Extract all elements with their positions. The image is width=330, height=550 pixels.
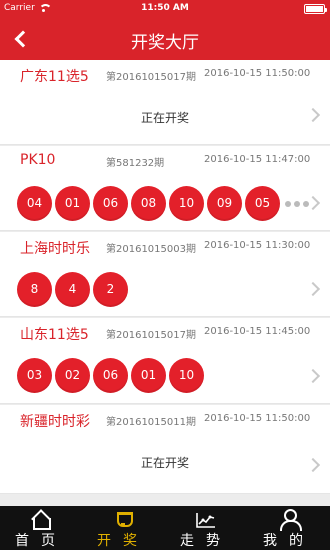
lottery-time: 2016-10-15 11:50:00 <box>204 413 311 424</box>
result-ball: 08 <box>131 186 166 221</box>
lottery-name: PK10 <box>20 152 56 168</box>
result-ball: 06 <box>93 358 128 393</box>
tab-lottery[interactable]: 开奖 <box>82 506 164 550</box>
home-icon <box>29 511 51 530</box>
tab-label: 我的 <box>263 533 315 549</box>
tab-trend[interactable]: 走势 <box>165 506 247 550</box>
dot <box>294 200 300 207</box>
result-ball: 2 <box>93 272 128 307</box>
lottery-time: 2016-10-15 11:30:00 <box>204 240 311 251</box>
result-ball: 4 <box>55 272 90 307</box>
lottery-name: 广东11选5 <box>20 69 89 85</box>
lottery-issue: 第581232期 <box>106 158 165 169</box>
lottery-item-shanghai[interactable]: 上海时时乐 第20161015003期 2016-10-15 11:30:00 … <box>0 232 330 317</box>
chevron-right-icon <box>305 281 321 297</box>
lottery-issue: 第20161015017期 <box>106 330 196 341</box>
result-ball: 02 <box>55 358 90 393</box>
lottery-name: 新疆时时彩 <box>20 414 90 430</box>
lottery-issue: 第20161015017期 <box>106 72 196 83</box>
result-ball: 10 <box>169 186 204 221</box>
result-ball: 8 <box>17 272 52 307</box>
result-balls: 8 4 2 <box>17 272 131 307</box>
lottery-item-pk10[interactable]: PK10 第581232期 2016-10-15 11:47:00 04 01 … <box>0 146 330 231</box>
user-icon <box>278 508 302 531</box>
more-dots-icon <box>283 186 309 221</box>
lottery-time: 2016-10-15 11:50:00 <box>204 68 311 79</box>
lottery-item-guangdong[interactable]: 广东11选5 第20161015017期 2016-10-15 11:50:00… <box>0 60 330 145</box>
drawing-status: 正在开奖 <box>140 456 189 470</box>
result-balls: 04 01 06 08 10 09 05 <box>17 186 309 221</box>
result-balls: 03 02 06 01 10 <box>17 358 207 393</box>
trend-icon <box>195 511 217 529</box>
lottery-item-shandong[interactable]: 山东11选5 第20161015017期 2016-10-15 11:45:00… <box>0 318 330 404</box>
lottery-name: 上海时时乐 <box>20 241 90 257</box>
dot <box>285 200 291 207</box>
lottery-list: 广东11选5 第20161015017期 2016-10-15 11:50:00… <box>0 60 330 506</box>
result-ball: 09 <box>207 186 242 221</box>
result-ball: 10 <box>169 358 204 393</box>
result-ball: 01 <box>55 186 90 221</box>
status-time: 11:50 AM <box>141 3 189 13</box>
status-bar: Carrier 11:50 AM <box>0 0 330 18</box>
trend-icon-graphic <box>196 513 215 528</box>
tab-label: 首页 <box>15 533 67 549</box>
lottery-time: 2016-10-15 11:45:00 <box>204 326 311 337</box>
tab-label: 开奖 <box>97 533 149 549</box>
lottery-time: 2016-10-15 11:47:00 <box>204 154 311 165</box>
trophy-icon <box>112 511 134 527</box>
top-navigation-bar: 开奖大厅 <box>0 18 330 60</box>
tab-mine[interactable]: 我的 <box>248 506 330 550</box>
result-ball: 01 <box>131 358 166 393</box>
result-ball: 06 <box>93 186 128 221</box>
result-ball: 03 <box>17 358 52 393</box>
lottery-name: 山东11选5 <box>20 327 89 343</box>
lottery-issue: 第20161015003期 <box>106 244 196 255</box>
bottom-tab-bar: 首页 开奖 走势 我的 <box>0 506 330 550</box>
app-screen: Carrier 11:50 AM 开奖大厅 广东11选5 第2016101501… <box>0 0 330 550</box>
page-title: 开奖大厅 <box>131 33 199 53</box>
tab-label: 走势 <box>180 533 232 549</box>
result-ball: 04 <box>17 186 52 221</box>
lottery-issue: 第20161015011期 <box>106 417 196 428</box>
chevron-right-icon <box>305 368 321 384</box>
battery-icon <box>304 4 327 14</box>
drawing-status: 正在开奖 <box>140 111 189 125</box>
tab-home[interactable]: 首页 <box>0 506 82 550</box>
result-ball: 05 <box>245 186 280 221</box>
lottery-item-xinjiang[interactable]: 新疆时时彩 第20161015011期 2016-10-15 11:50:00 … <box>0 405 330 494</box>
